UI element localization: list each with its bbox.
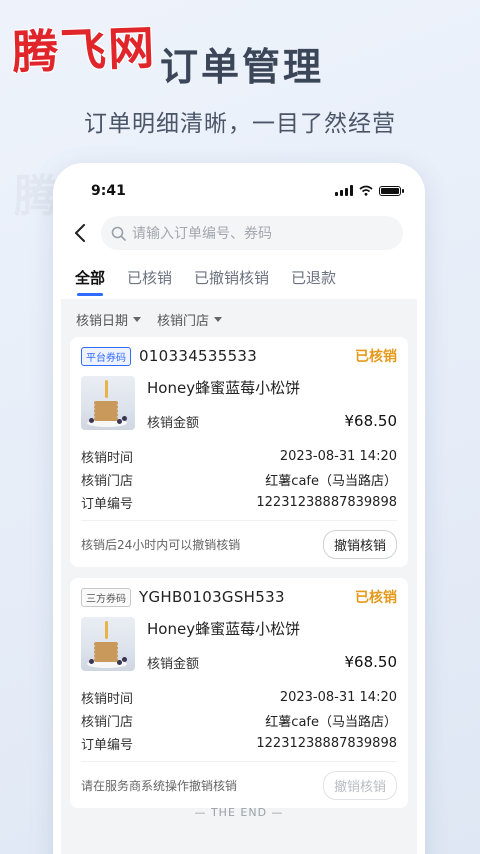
filter-label: 核销门店 bbox=[157, 313, 210, 329]
amount-label: 核销金额 bbox=[147, 657, 200, 672]
filter-verify-store[interactable]: 核销门店 bbox=[157, 310, 223, 329]
status-tabs: 全部 已核销 已撤销核销 已退款 bbox=[75, 267, 358, 296]
order-card-header: 三方券码 YGHB0103GSH533 已核销 bbox=[81, 578, 397, 616]
coupon-code: 010334535533 bbox=[139, 347, 258, 365]
detail-label: 核销门店 bbox=[81, 715, 134, 730]
list-end-marker: — THE END — bbox=[194, 806, 284, 819]
filter-bar: 核销日期 核销门店 bbox=[61, 299, 417, 339]
product-name: Honey蜂蜜蓝莓小松饼 bbox=[147, 620, 301, 638]
footer-note: 请在服务商系统操作撤销核销 bbox=[81, 778, 238, 793]
hero-title: 订单管理 bbox=[160, 45, 325, 89]
product-row: Honey蜂蜜蓝莓小松饼 核销金额 ¥68.50 bbox=[81, 375, 397, 435]
amount-value: ¥68.50 bbox=[344, 653, 398, 671]
order-card[interactable]: 三方券码 YGHB0103GSH533 已核销 Honey蜂蜜蓝莓小松饼 核销金… bbox=[70, 578, 408, 808]
tab-verified[interactable]: 已核销 bbox=[127, 267, 172, 288]
detail-label: 核销门店 bbox=[81, 474, 134, 489]
search-input[interactable]: 请输入订单编号、券码 bbox=[101, 216, 403, 250]
tab-refunded[interactable]: 已退款 bbox=[291, 267, 336, 288]
status-time: 9:41 bbox=[91, 183, 126, 199]
order-details: 核销时间 2023-08-31 14:20 核销门店 红薯cafe（马当路店） 订单… bbox=[81, 676, 397, 762]
detail-label: 核销时间 bbox=[81, 451, 134, 466]
search-icon bbox=[111, 226, 126, 241]
coupon-type-badge: 三方券码 bbox=[81, 587, 131, 607]
order-card[interactable]: 平台券码 010334535533 已核销 Honey蜂蜜蓝莓小松饼 核销金额 … bbox=[70, 337, 408, 567]
status-icons bbox=[335, 185, 404, 196]
product-row: Honey蜂蜜蓝莓小松饼 核销金额 ¥68.50 bbox=[81, 616, 397, 676]
chevron-left-icon bbox=[75, 224, 85, 242]
revoke-button[interactable]: 撤销核销 bbox=[322, 529, 397, 559]
product-image bbox=[81, 617, 135, 671]
coupon-code: YGHB0103GSH533 bbox=[139, 588, 285, 606]
detail-value: 2023-08-31 14:20 bbox=[279, 449, 397, 464]
amount-label: 核销金额 bbox=[147, 416, 200, 431]
filter-label: 核销日期 bbox=[76, 313, 129, 329]
top-bar: 请输入订单编号、券码 bbox=[71, 216, 403, 250]
detail-label: 核销时间 bbox=[81, 692, 134, 707]
coupon-type-badge: 平台券码 bbox=[81, 346, 131, 366]
detail-value: 2023-08-31 14:20 bbox=[279, 690, 397, 705]
detail-value: 红薯cafe（马当路店） bbox=[265, 474, 397, 489]
amount-value: ¥68.50 bbox=[344, 412, 398, 430]
product-name: Honey蜂蜜蓝莓小松饼 bbox=[147, 379, 301, 397]
battery-icon bbox=[379, 185, 404, 196]
footer-note: 核销后24小时内可以撤销核销 bbox=[81, 537, 241, 552]
tab-all[interactable]: 全部 bbox=[75, 267, 105, 296]
brand-logo: 腾飞网 bbox=[11, 20, 158, 80]
product-image bbox=[81, 376, 135, 430]
back-button[interactable] bbox=[71, 223, 89, 243]
order-status: 已核销 bbox=[355, 590, 397, 606]
search-placeholder: 请输入订单编号、券码 bbox=[132, 226, 272, 242]
caret-down-icon bbox=[214, 316, 223, 322]
order-card-footer: 请在服务商系统操作撤销核销 撤销核销 bbox=[81, 762, 397, 808]
order-list: 核销日期 核销门店 平台券码 010334535533 已核销 Honey蜂蜜蓝… bbox=[61, 299, 417, 854]
detail-label: 订单编号 bbox=[81, 497, 134, 512]
detail-value: 12231238887839898 bbox=[256, 736, 397, 751]
filter-verify-date[interactable]: 核销日期 bbox=[76, 310, 142, 329]
phone-mockup: 9:41 请输入订单编号、券码 全部 已核销 已撤销核销 已退款 核销日期 核销… bbox=[53, 163, 425, 854]
signal-icon bbox=[335, 185, 353, 196]
caret-down-icon bbox=[133, 316, 142, 322]
detail-value: 红薯cafe（马当路店） bbox=[265, 715, 397, 730]
order-status: 已核销 bbox=[355, 349, 397, 365]
order-card-header: 平台券码 010334535533 已核销 bbox=[81, 337, 397, 375]
order-card-footer: 核销后24小时内可以撤销核销 撤销核销 bbox=[81, 521, 397, 567]
detail-label: 订单编号 bbox=[81, 738, 134, 753]
wifi-icon bbox=[359, 185, 373, 196]
tab-revoked[interactable]: 已撤销核销 bbox=[194, 267, 269, 288]
order-details: 核销时间 2023-08-31 14:20 核销门店 红薯cafe（马当路店） 订单… bbox=[81, 435, 397, 521]
hero-subtitle: 订单明细清晰，一目了然经营 bbox=[84, 111, 396, 137]
detail-value: 12231238887839898 bbox=[256, 495, 397, 510]
revoke-button-disabled[interactable]: 撤销核销 bbox=[322, 770, 397, 800]
